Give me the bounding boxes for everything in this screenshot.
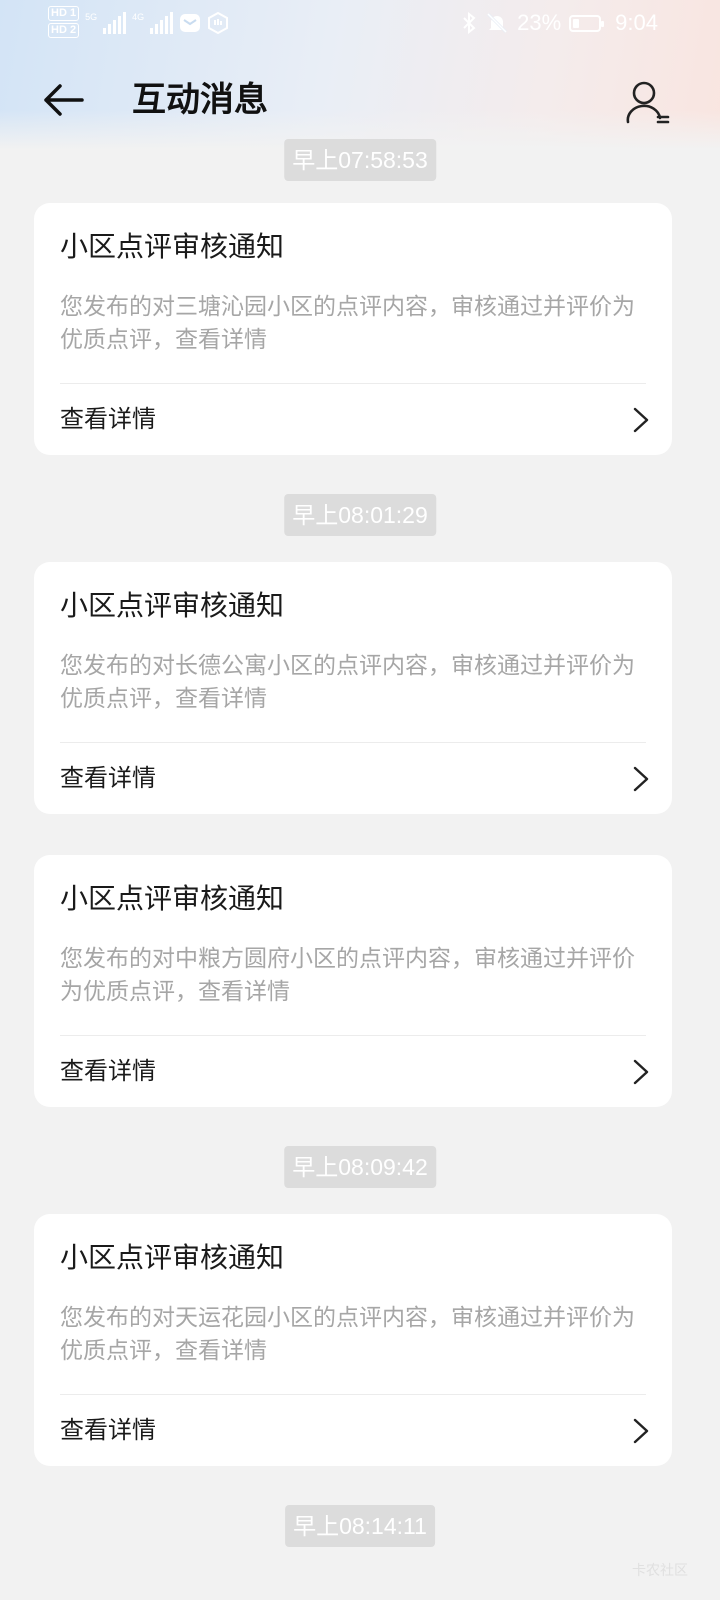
card-title: 小区点评审核通知 xyxy=(60,882,285,915)
notification-card[interactable]: 小区点评审核通知 您发布的对中粮方圆府小区的点评内容，审核通过并评价为优质点评，… xyxy=(34,855,672,1107)
signal-1-icon xyxy=(103,12,127,34)
user-profile-icon[interactable] xyxy=(624,78,674,128)
chevron-right-icon xyxy=(633,1059,649,1085)
timestamp: 早上07:58:53 xyxy=(284,139,436,181)
view-details-row[interactable]: 查看详情 xyxy=(34,1395,672,1466)
back-arrow-icon[interactable] xyxy=(40,78,88,122)
card-body: 您发布的对三塘沁园小区的点评内容，审核通过并评价为优质点评，查看详情 xyxy=(60,294,635,353)
battery-percent: 23% xyxy=(517,10,562,35)
battery-icon xyxy=(569,14,605,32)
notification-card[interactable]: 小区点评审核通知 您发布的对天运花园小区的点评内容，审核通过并评价为优质点评，查… xyxy=(34,1214,672,1466)
timestamp: 早上08:14:11 xyxy=(285,1505,435,1547)
view-details-row[interactable]: 查看详情 xyxy=(34,1036,672,1107)
status-bar: HD 1 HD 2 5G 4G 23% 9:04 xyxy=(0,0,720,46)
timestamp: 早上08:01:29 xyxy=(284,494,436,536)
app-notification-icon xyxy=(208,12,229,34)
view-details-label: 查看详情 xyxy=(60,1057,156,1085)
notification-card[interactable]: 小区点评审核通知 您发布的对三塘沁园小区的点评内容，审核通过并评价为优质点评，查… xyxy=(34,203,672,455)
card-body: 您发布的对中粮方圆府小区的点评内容，审核通过并评价为优质点评，查看详情 xyxy=(60,946,635,1005)
hd-indicators: HD 1 HD 2 xyxy=(48,6,80,38)
view-details-label: 查看详情 xyxy=(60,405,156,433)
notification-card[interactable]: 小区点评审核通知 您发布的对长德公寓小区的点评内容，审核通过并评价为优质点评，查… xyxy=(34,562,672,814)
bluetooth-icon xyxy=(463,11,476,35)
hd2-badge: HD 2 xyxy=(48,23,80,38)
chevron-right-icon xyxy=(633,1418,649,1444)
view-details-row[interactable]: 查看详情 xyxy=(34,384,672,455)
watermark: 卡农社区 xyxy=(632,1563,688,1579)
view-details-row[interactable]: 查看详情 xyxy=(34,743,672,814)
timestamp: 早上08:09:42 xyxy=(284,1146,436,1188)
network-type-2: 4G xyxy=(132,12,145,22)
nav-bar: 互动消息 xyxy=(0,64,720,136)
mute-bell-icon xyxy=(487,12,508,34)
signal-2-icon xyxy=(150,12,174,34)
network-type-1: 5G xyxy=(85,12,98,22)
card-body: 您发布的对长德公寓小区的点评内容，审核通过并评价为优质点评，查看详情 xyxy=(60,653,635,712)
page-title: 互动消息 xyxy=(132,80,268,120)
card-title: 小区点评审核通知 xyxy=(60,230,285,263)
status-left: HD 1 HD 2 5G 4G xyxy=(48,6,229,46)
clock: 9:04 xyxy=(615,10,658,35)
card-title: 小区点评审核通知 xyxy=(60,589,285,622)
chevron-right-icon xyxy=(633,407,649,433)
card-title: 小区点评审核通知 xyxy=(60,1241,285,1274)
card-body: 您发布的对天运花园小区的点评内容，审核通过并评价为优质点评，查看详情 xyxy=(60,1305,635,1364)
hd1-badge: HD 1 xyxy=(48,6,80,21)
message-icon xyxy=(180,14,201,32)
chevron-right-icon xyxy=(633,766,649,792)
view-details-label: 查看详情 xyxy=(60,764,156,792)
status-right: 23% 9:04 xyxy=(461,8,658,38)
view-details-label: 查看详情 xyxy=(60,1416,156,1444)
